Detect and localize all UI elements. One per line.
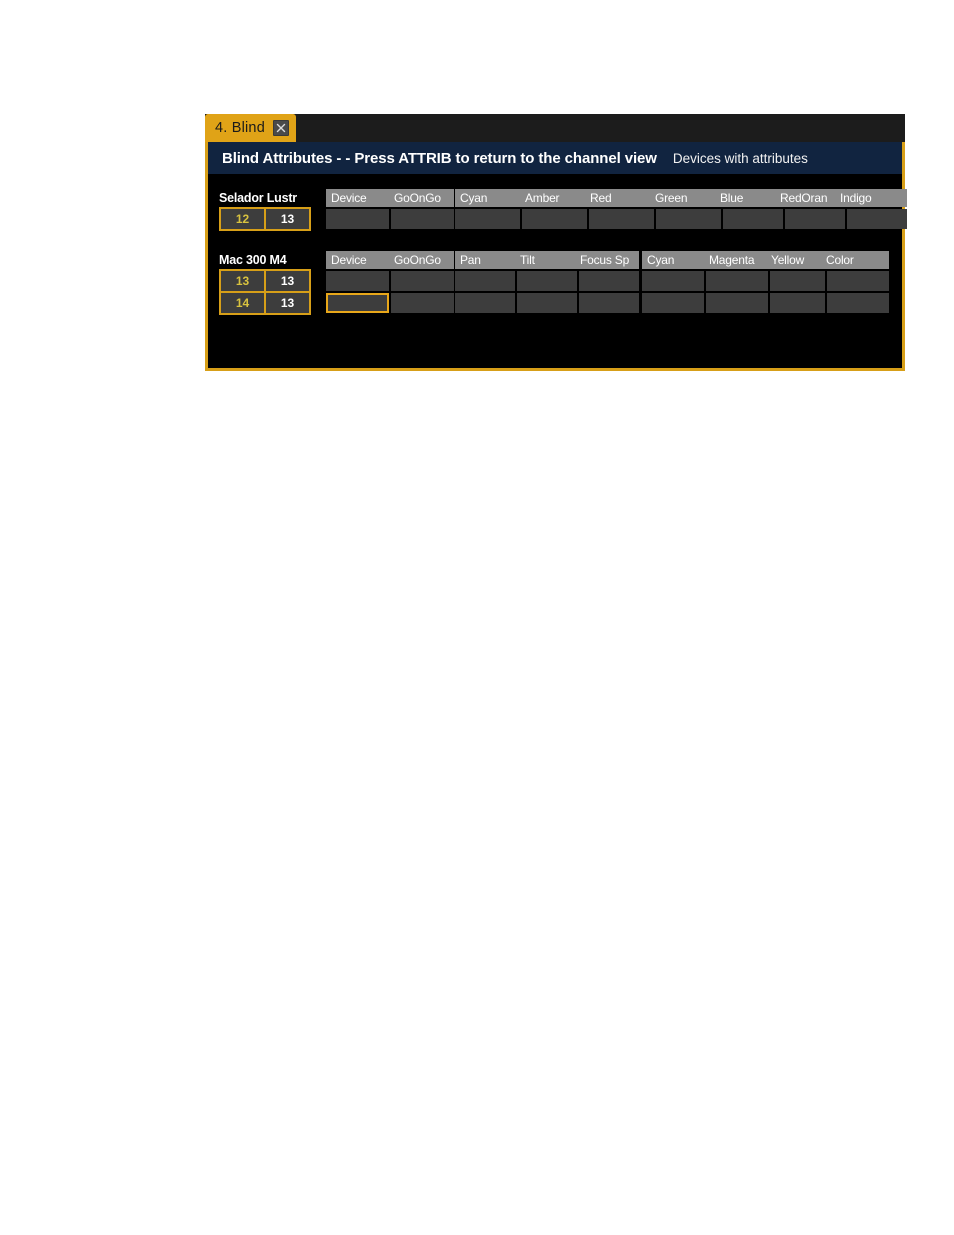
attribute-cell[interactable] <box>455 293 515 313</box>
column-group-mac-dev: Device GoOnGo <box>326 251 454 313</box>
column-header: Focus Sp <box>580 253 630 267</box>
channel-value[interactable]: 13 <box>266 209 309 229</box>
column-header-row: Cyan Magenta Yellow Color <box>642 251 889 269</box>
column-header: Device <box>331 253 367 267</box>
attribute-cell[interactable] <box>723 209 783 229</box>
table-row <box>455 293 639 313</box>
column-group-sel-attrs: Cyan Amber Red Green Blue RedOran Indigo <box>455 189 907 229</box>
close-icon[interactable] <box>272 120 289 136</box>
column-header: Cyan <box>460 191 488 205</box>
column-group-body <box>326 209 454 229</box>
column-header: Indigo <box>840 191 872 205</box>
column-header: GoOnGo <box>394 191 441 205</box>
tab-blind[interactable]: 4. Blind <box>205 114 296 142</box>
attribute-cell[interactable] <box>326 271 389 291</box>
column-header: Color <box>826 253 854 267</box>
column-group-body <box>455 209 907 229</box>
column-header: Cyan <box>647 253 675 267</box>
column-header: Red <box>590 191 612 205</box>
attribute-cell[interactable] <box>391 293 454 313</box>
table-row <box>326 209 454 229</box>
table-row <box>326 271 454 291</box>
channel-value[interactable]: 13 <box>266 271 309 291</box>
window-body: Blind Attributes - - Press ATTRIB to ret… <box>205 142 907 371</box>
fixture-name: Mac 300 M4 <box>219 253 287 267</box>
fixture-column-selador: Selador Lustr 12 13 <box>219 189 314 231</box>
channel-group[interactable]: 13 13 14 13 <box>219 269 311 315</box>
fixture-name: Selador Lustr <box>219 191 297 205</box>
tab-strip: 4. Blind <box>205 114 905 142</box>
attribute-cell[interactable] <box>517 271 577 291</box>
column-header-row: Cyan Amber Red Green Blue RedOran Indigo <box>455 189 907 207</box>
table-row <box>642 293 889 313</box>
attribute-cell[interactable] <box>579 293 639 313</box>
channel-row[interactable]: 12 13 <box>221 209 309 229</box>
column-header: Blue <box>720 191 744 205</box>
channel-number[interactable]: 13 <box>221 271 264 291</box>
column-group-mac-cmy: Cyan Magenta Yellow Color <box>642 251 889 313</box>
tab-blind-label: 4. Blind <box>215 120 265 136</box>
table-row <box>455 271 639 291</box>
attribute-cell[interactable] <box>517 293 577 313</box>
column-group-sel-dev: Device GoOnGo <box>326 189 454 229</box>
attribute-cell[interactable] <box>522 209 587 229</box>
table-row <box>642 271 889 291</box>
column-header-row: Pan Tilt Focus Sp <box>455 251 639 269</box>
attribute-cell[interactable] <box>455 271 515 291</box>
attribute-cell[interactable] <box>770 271 825 291</box>
column-header: RedOran <box>780 191 828 205</box>
column-header-row: Device GoOnGo <box>326 251 454 269</box>
column-header: GoOnGo <box>394 253 441 267</box>
attribute-cell[interactable] <box>770 293 825 313</box>
page-title: Blind Attributes - - Press ATTRIB to ret… <box>222 149 657 167</box>
attribute-cell[interactable] <box>827 293 889 313</box>
attributes-grid-area: Selador Lustr 12 13 Device GoOnGo Cyan Amber Re… <box>208 174 907 368</box>
attribute-cell[interactable] <box>847 209 907 229</box>
column-header: Yellow <box>771 253 805 267</box>
column-group-mac-pt: Pan Tilt Focus Sp <box>455 251 639 313</box>
attribute-cell[interactable] <box>827 271 889 291</box>
table-row <box>326 293 454 313</box>
attribute-cell[interactable] <box>391 271 454 291</box>
fixture-column-mac: Mac 300 M4 13 13 14 13 <box>219 251 314 315</box>
column-group-body <box>642 271 889 313</box>
devices-with-attributes-label: Devices with attributes <box>672 150 808 166</box>
column-header: Pan <box>460 253 481 267</box>
channel-group[interactable]: 12 13 <box>219 207 311 231</box>
attribute-cell[interactable] <box>785 209 845 229</box>
column-header: Tilt <box>520 253 535 267</box>
attribute-cell-selected[interactable] <box>326 293 389 313</box>
channel-row[interactable]: 14 13 <box>221 293 309 313</box>
attribute-cell[interactable] <box>642 293 704 313</box>
channel-row[interactable]: 13 13 <box>221 271 309 291</box>
column-header: Device <box>331 191 367 205</box>
column-group-body <box>326 271 454 313</box>
blind-attributes-titlebar: Blind Attributes - - Press ATTRIB to ret… <box>208 142 902 174</box>
column-header-row: Device GoOnGo <box>326 189 454 207</box>
attribute-cell[interactable] <box>455 209 520 229</box>
attribute-cell[interactable] <box>589 209 654 229</box>
channel-value[interactable]: 13 <box>266 293 309 313</box>
attribute-cell[interactable] <box>642 271 704 291</box>
blind-window: 4. Blind Blind Attributes - - Press ATTR… <box>205 114 907 371</box>
attribute-cell[interactable] <box>326 209 389 229</box>
table-row <box>455 209 907 229</box>
attribute-cell[interactable] <box>706 293 768 313</box>
column-header: Magenta <box>709 253 755 267</box>
channel-number[interactable]: 12 <box>221 209 264 229</box>
attribute-cell[interactable] <box>706 271 768 291</box>
attribute-cell[interactable] <box>391 209 454 229</box>
attribute-cell[interactable] <box>656 209 721 229</box>
column-group-body <box>455 271 639 313</box>
column-header: Amber <box>525 191 560 205</box>
column-header: Green <box>655 191 688 205</box>
channel-number[interactable]: 14 <box>221 293 264 313</box>
attribute-cell[interactable] <box>579 271 639 291</box>
